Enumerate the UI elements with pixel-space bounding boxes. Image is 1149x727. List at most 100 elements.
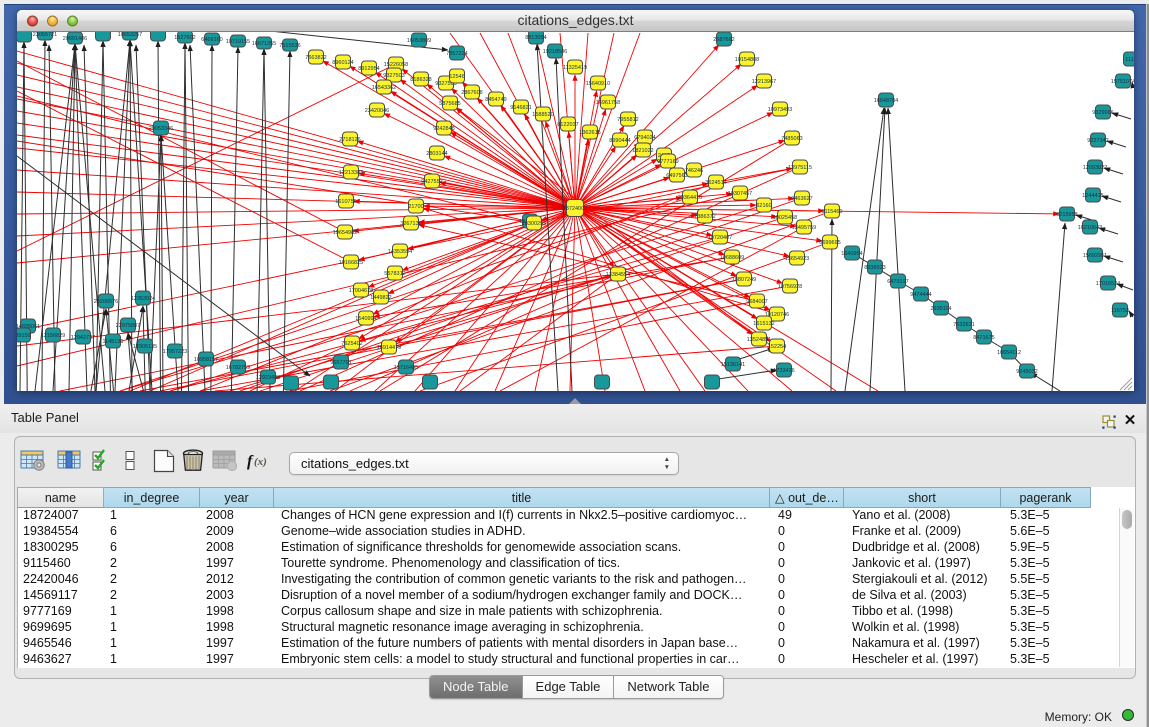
svg-text:9777169: 9777169: [657, 159, 678, 165]
svg-text:62160: 62160: [756, 203, 771, 209]
svg-text:7955812: 7955812: [617, 117, 638, 123]
svg-text:1540994: 1540994: [355, 316, 376, 322]
svg-text:10654112: 10654112: [997, 350, 1021, 356]
svg-text:8960124: 8960124: [332, 60, 353, 66]
svg-text:10025458: 10025458: [773, 215, 797, 221]
svg-text:13495759: 13495759: [792, 225, 816, 231]
svg-text:6699695: 6699695: [819, 240, 840, 246]
svg-text:12353924: 12353924: [131, 296, 155, 302]
svg-text:18724007: 18724007: [563, 206, 587, 212]
svg-text:17016534: 17016534: [1096, 281, 1120, 287]
svg-text:39159: 39159: [17, 333, 31, 339]
svg-text:16914479: 16914479: [377, 345, 401, 351]
svg-text:1527602: 1527602: [174, 35, 195, 41]
svg-text:1588520: 1588520: [532, 112, 553, 118]
svg-text:17957223: 17957223: [163, 349, 187, 355]
svg-text:10653257: 10653257: [118, 32, 142, 38]
svg-text:14353594: 14353594: [388, 249, 412, 255]
svg-text:10720407: 10720407: [708, 235, 732, 241]
svg-text:9329966: 9329966: [1092, 110, 1113, 116]
svg-text:15692951: 15692951: [1083, 253, 1107, 259]
svg-text:9474444: 9474444: [910, 292, 931, 298]
svg-text:5875685: 5875685: [439, 101, 460, 107]
svg-text:16671355: 16671355: [252, 41, 276, 47]
svg-text:20364416: 20364416: [678, 195, 702, 201]
svg-text:7625402: 7625402: [341, 341, 362, 347]
svg-text:8813054: 8813054: [525, 35, 546, 41]
svg-text:19218506: 19218506: [543, 49, 567, 55]
svg-text:2803144: 2803144: [426, 151, 447, 157]
svg-text:9684007: 9684007: [746, 299, 767, 305]
svg-text:2718126: 2718126: [339, 137, 360, 143]
svg-text:18807249: 18807249: [732, 277, 756, 283]
svg-text:16648784: 16648784: [874, 98, 898, 104]
svg-text:8990444: 8990444: [609, 138, 630, 144]
svg-text:8454749: 8454749: [485, 97, 506, 103]
svg-text:13654923: 13654923: [785, 256, 809, 262]
svg-text:17004678: 17004678: [349, 288, 373, 294]
svg-text:6794024: 6794024: [634, 135, 655, 141]
svg-text:116753: 116753: [1111, 308, 1129, 314]
svg-text:12942737: 12942737: [71, 335, 95, 341]
svg-text:9245032: 9245032: [1016, 369, 1037, 375]
svg-text:2867608: 2867608: [461, 90, 482, 96]
svg-text:6479197: 6479197: [887, 279, 908, 285]
svg-text:20206576: 20206576: [94, 299, 118, 305]
svg-text:1610755: 1610755: [335, 199, 356, 205]
svg-text:9146821: 9146821: [510, 105, 531, 111]
svg-text:1615132: 1615132: [753, 321, 774, 327]
svg-text:8938923: 8938923: [864, 265, 885, 271]
svg-text:9427552: 9427552: [421, 179, 442, 185]
svg-text:19166825: 19166825: [339, 260, 363, 266]
svg-text:16543362: 16543362: [372, 85, 396, 91]
svg-text:1449822: 1449822: [370, 295, 391, 301]
svg-text:13384554: 13384554: [606, 272, 630, 278]
svg-text:9115460: 9115460: [821, 209, 842, 215]
svg-text:13524851: 13524851: [747, 337, 771, 343]
svg-text:6497563: 6497563: [666, 173, 687, 179]
svg-text:3624514: 3624514: [705, 180, 726, 186]
svg-text:15136141: 15136141: [721, 362, 745, 368]
svg-text:(x): (x): [254, 456, 267, 468]
svg-text:12923488: 12923488: [256, 375, 280, 381]
svg-text:1117: 1117: [1125, 57, 1134, 63]
svg-text:152254: 152254: [768, 344, 786, 350]
svg-text:12213967: 12213967: [752, 79, 776, 85]
svg-text:15716485: 15716485: [394, 365, 418, 371]
svg-text:29053346: 29053346: [149, 126, 173, 132]
svg-text:16961758: 16961758: [596, 100, 620, 106]
svg-text:10307457: 10307457: [728, 191, 752, 197]
svg-text:21700: 21700: [408, 204, 423, 210]
svg-text:12156829: 12156829: [41, 333, 65, 339]
svg-text:6466160: 6466160: [201, 37, 222, 43]
svg-text:8186328: 8186328: [410, 77, 431, 83]
svg-text:1821022: 1821022: [632, 148, 653, 154]
svg-text:15226058: 15226058: [384, 62, 408, 68]
svg-text:23420046: 23420046: [365, 108, 389, 114]
svg-text:20691406: 20691406: [63, 36, 87, 42]
svg-text:16210643: 16210643: [1078, 225, 1102, 231]
svg-text:8912954: 8912954: [358, 66, 379, 72]
svg-text:8122037: 8122037: [557, 122, 578, 128]
svg-text:2935114: 2935114: [930, 306, 951, 312]
svg-text:12093822: 12093822: [1083, 165, 1107, 171]
svg-text:2687682: 2687682: [713, 37, 734, 43]
svg-text:f: f: [247, 453, 254, 470]
svg-text:23055721: 23055721: [33, 32, 57, 38]
svg-text:18300295: 18300295: [522, 221, 546, 227]
svg-text:12905135: 12905135: [133, 344, 157, 350]
svg-text:12213383: 12213383: [339, 170, 363, 176]
svg-text:9463627: 9463627: [791, 196, 812, 202]
svg-text:11325419: 11325419: [563, 65, 587, 71]
svg-text:7386372: 7386372: [694, 214, 715, 220]
svg-text:10688609: 10688609: [720, 255, 744, 261]
svg-text:9242848: 9242848: [433, 126, 454, 132]
svg-text:16053809: 16053809: [407, 38, 431, 44]
svg-text:3267130: 3267130: [400, 221, 421, 227]
svg-text:5578312: 5578312: [384, 271, 405, 277]
svg-text:7857224: 7857224: [446, 51, 467, 57]
svg-text:13975115: 13975115: [788, 165, 812, 171]
svg-text:10973493: 10973493: [768, 107, 792, 113]
svg-text:8215958: 8215958: [1056, 212, 1077, 218]
svg-text:7663822: 7663822: [305, 55, 326, 61]
